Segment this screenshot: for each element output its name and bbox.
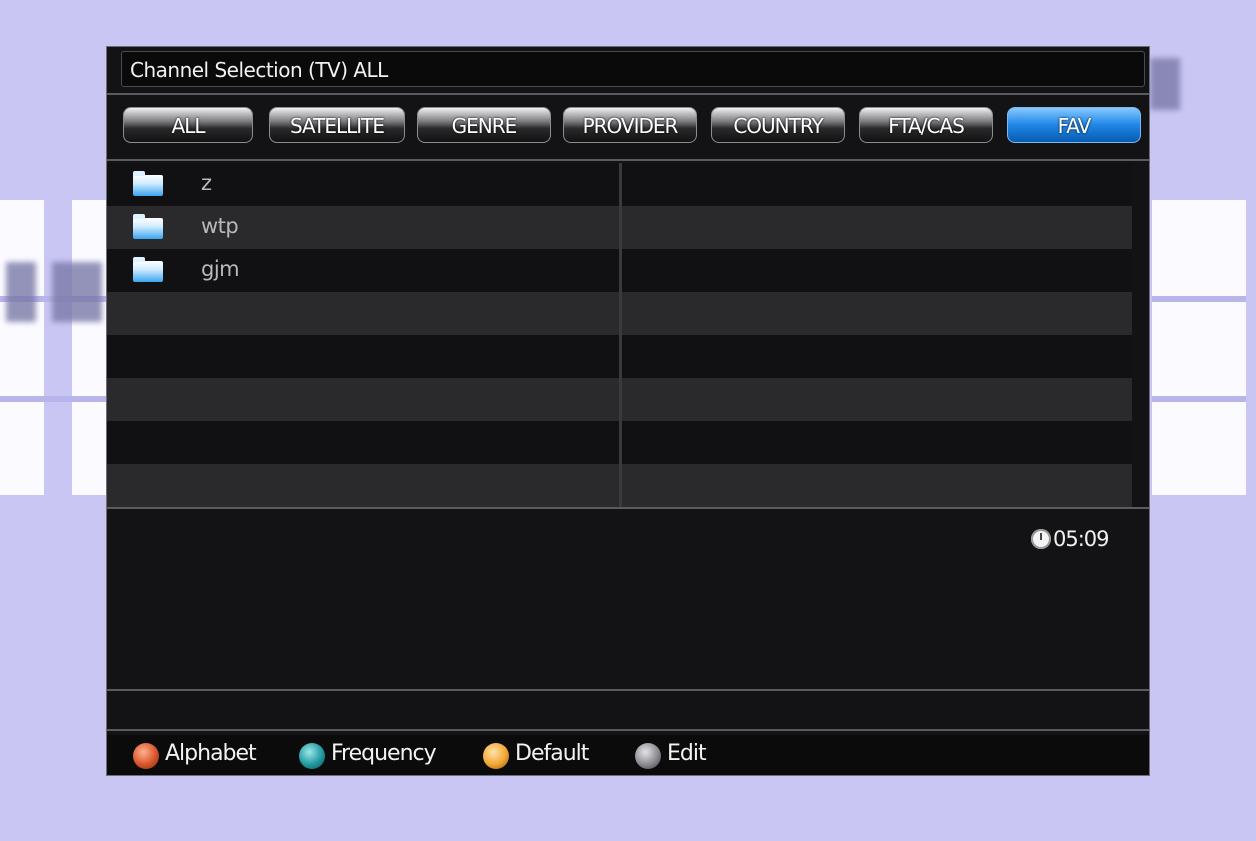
green-button-icon — [299, 743, 325, 769]
tab-genre[interactable]: GENRE — [417, 107, 551, 143]
divider — [107, 507, 1149, 509]
hint-edit[interactable]: Edit — [635, 739, 735, 769]
list-item-label: wtp — [201, 214, 239, 238]
channel-selection-panel: Channel Selection (TV) ALL ALL SATELLITE… — [106, 46, 1150, 776]
background-blur-shape — [52, 262, 102, 322]
favorite-group-list: z wtp gjm — [107, 163, 1149, 507]
tab-fta-cas[interactable]: FTA/CAS — [859, 107, 993, 143]
window-title: Channel Selection (TV) ALL — [130, 58, 388, 82]
tab-all[interactable]: ALL — [123, 107, 253, 143]
divider — [107, 729, 1149, 731]
clock: 05:09 — [1031, 525, 1131, 555]
menu-button-icon — [635, 743, 661, 769]
list-item[interactable]: z — [133, 163, 533, 206]
background-picture-block — [0, 200, 44, 495]
title-bar: Channel Selection (TV) ALL — [121, 51, 1145, 87]
divider — [107, 689, 1149, 691]
list-item-label: gjm — [201, 257, 240, 281]
tab-satellite[interactable]: SATELLITE — [269, 107, 405, 143]
hint-default[interactable]: Default — [483, 739, 613, 769]
hint-label: Default — [515, 741, 589, 766]
red-button-icon — [133, 743, 159, 769]
folder-icon — [133, 257, 163, 282]
list-item[interactable]: gjm — [133, 249, 533, 292]
divider — [107, 93, 1149, 95]
background-picture-line — [1152, 396, 1246, 402]
hint-label: Alphabet — [165, 741, 257, 766]
tab-provider[interactable]: PROVIDER — [563, 107, 697, 143]
divider — [107, 159, 1149, 161]
list-item-label: z — [201, 171, 212, 195]
hint-label: Frequency — [331, 741, 437, 766]
background-picture-line — [0, 396, 112, 402]
background-blur-shape — [6, 262, 36, 322]
color-key-hint-bar: Alphabet Frequency Default Edit — [107, 735, 1149, 775]
tab-fav[interactable]: FAV — [1007, 107, 1141, 143]
hint-label: Edit — [667, 741, 707, 766]
background-picture-block — [1152, 200, 1246, 495]
folder-icon — [133, 214, 163, 239]
background-picture-line — [1152, 296, 1246, 302]
clock-time: 05:09 — [1053, 527, 1110, 551]
hint-frequency[interactable]: Frequency — [299, 739, 469, 769]
background-blur-shape — [1150, 58, 1180, 110]
hint-alphabet[interactable]: Alphabet — [133, 739, 283, 769]
folder-icon — [133, 171, 163, 196]
column-divider — [619, 163, 622, 507]
tab-country[interactable]: COUNTRY — [711, 107, 845, 143]
yellow-button-icon — [483, 743, 509, 769]
filter-tabs: ALL SATELLITE GENRE PROVIDER COUNTRY FTA… — [123, 107, 1143, 147]
clock-icon — [1031, 529, 1051, 549]
list-item[interactable]: wtp — [133, 206, 533, 249]
